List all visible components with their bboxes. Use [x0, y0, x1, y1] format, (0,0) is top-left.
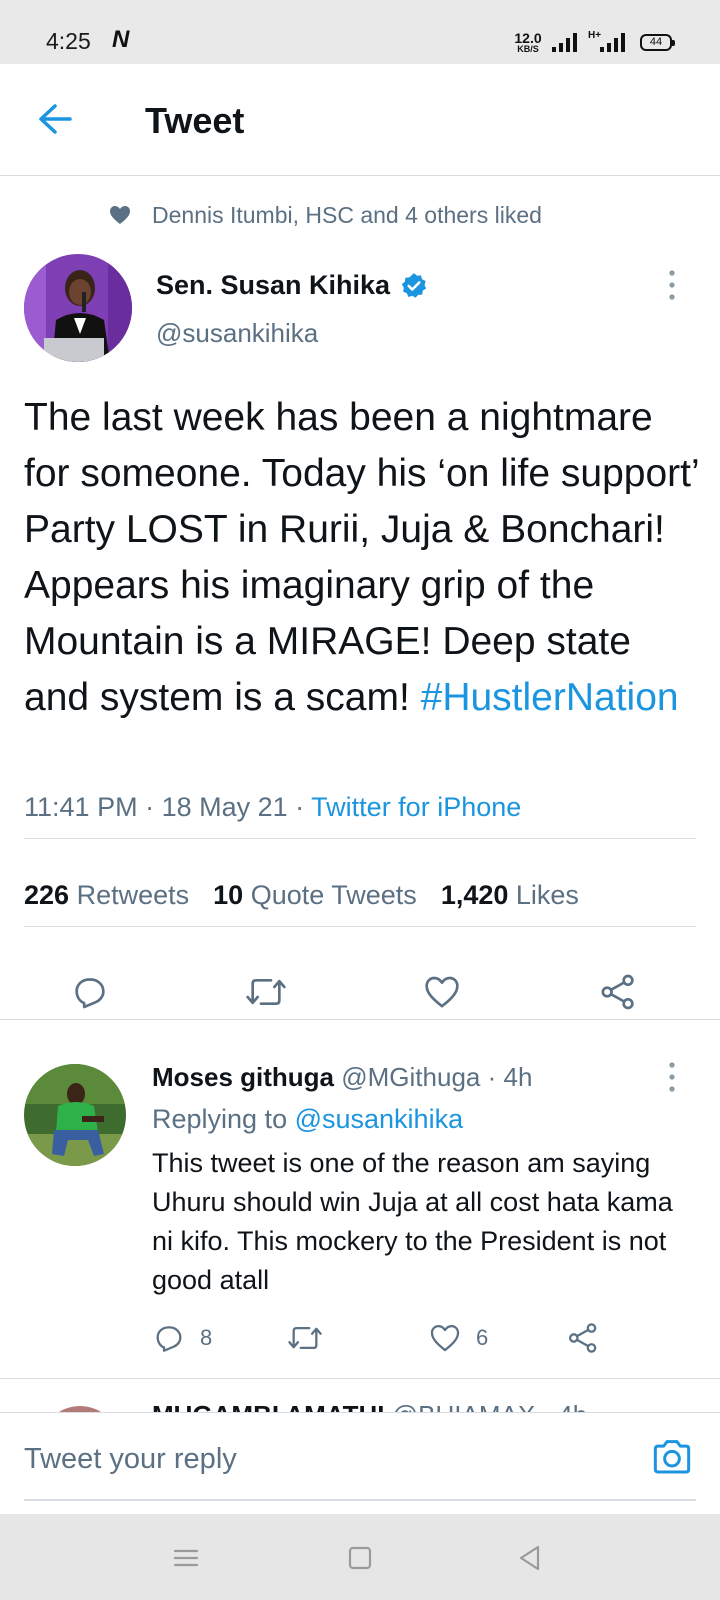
app-header: Tweet — [0, 64, 720, 176]
tweet-body: The last week has been a nightmare for s… — [24, 396, 699, 719]
back-nav-button[interactable] — [512, 1540, 548, 1576]
tweet-date: 18 May 21 — [161, 792, 288, 822]
retweet-icon — [288, 1326, 322, 1350]
divider — [24, 926, 696, 927]
retweet-button[interactable] — [244, 970, 288, 1014]
heart-filled-icon — [110, 206, 130, 224]
quotes-count: 10 — [213, 880, 244, 910]
reply-reply-button[interactable]: 8 — [152, 1318, 212, 1358]
quotes-stat[interactable]: 10 Quote Tweets — [213, 880, 417, 910]
reply-like-button[interactable]: 6 — [428, 1318, 488, 1358]
back-button[interactable] — [30, 94, 80, 144]
heart-icon — [425, 976, 459, 1008]
share-button[interactable] — [596, 970, 640, 1014]
author-avatar-image — [24, 254, 132, 362]
reply-author-handle: @MGithuga — [341, 1062, 481, 1092]
likes-stat[interactable]: 1,420 Likes — [441, 880, 579, 910]
notification-n-icon: N — [112, 26, 130, 53]
meta-separator: · — [137, 792, 162, 822]
author-avatar[interactable] — [24, 254, 132, 362]
reply-retweet-button[interactable] — [286, 1318, 324, 1358]
tweet-time: 11:41 PM — [24, 792, 138, 822]
signal-icon — [552, 33, 577, 52]
share-icon — [568, 1323, 597, 1353]
tweet-text: The last week has been a nightmare for s… — [24, 390, 704, 726]
likes-label: Likes — [515, 880, 579, 910]
camera-icon — [653, 1440, 691, 1474]
status-time: 4:25 — [46, 28, 91, 54]
meta-separator-2: · — [287, 792, 312, 822]
replying-to-prefix: Replying to — [152, 1104, 295, 1134]
menu-nav-button[interactable] — [168, 1540, 204, 1576]
reply-like-count: 6 — [476, 1325, 489, 1350]
page-title: Tweet — [145, 100, 245, 141]
signal-2-icon — [600, 33, 625, 52]
more-options-icon[interactable] — [664, 268, 680, 302]
reply-reply-count: 8 — [200, 1325, 213, 1350]
reply-more-options-icon[interactable] — [664, 1060, 680, 1094]
replying-to-mention[interactable]: @susankihika — [295, 1104, 464, 1134]
network-speed-value: 12.0 — [514, 30, 542, 46]
like-button[interactable] — [420, 970, 464, 1014]
reply-author-avatar[interactable] — [24, 1064, 126, 1166]
verified-badge-icon — [401, 272, 427, 298]
next-reply-peek[interactable]: MUGAMBI AMATHI @BUIAMAX · 4h — [0, 1380, 720, 1412]
next-reply-name: MUGAMBI AMATHI — [152, 1400, 385, 1412]
social-context-text: Dennis Itumbi, HSC and 4 others liked — [152, 201, 542, 228]
retweet-icon — [246, 979, 286, 1005]
tweet-source-link[interactable]: Twitter for iPhone — [311, 792, 521, 822]
reply-header[interactable]: Moses githuga @MGithuga · 4h — [152, 1062, 532, 1093]
author-name: Sen. Susan Kihika — [156, 270, 391, 300]
back-triangle-icon — [519, 1545, 540, 1571]
divider — [24, 838, 696, 839]
arrow-left-icon — [39, 104, 72, 134]
system-nav-bar — [0, 1514, 720, 1600]
reply-input[interactable] — [24, 1443, 584, 1476]
retweets-stat[interactable]: 226 Retweets — [24, 880, 189, 910]
reply-action-bar: 8 6 — [152, 1318, 692, 1358]
reply-icon — [156, 1326, 182, 1352]
network-speed-unit: KB/S — [517, 44, 539, 54]
next-reply-meta: @BUIAMAX · 4h — [392, 1400, 587, 1412]
section-divider — [0, 1019, 720, 1020]
camera-button[interactable] — [648, 1433, 696, 1481]
home-square-icon — [348, 1546, 372, 1570]
likes-count: 1,420 — [440, 880, 509, 910]
reply-compose-bar — [0, 1412, 720, 1514]
reply-text: This tweet is one of the reason am sayin… — [152, 1148, 673, 1295]
reply-icon — [75, 978, 105, 1009]
network-speed: 12.0 KB/S — [512, 31, 544, 54]
reply-author-name: Moses githuga — [152, 1062, 335, 1092]
hashtag-link[interactable]: #HustlerNation — [421, 676, 679, 719]
quotes-label: Quote Tweets — [250, 880, 417, 910]
heart-icon — [430, 1324, 460, 1352]
reply-button[interactable] — [68, 970, 112, 1014]
author-handle[interactable]: @susankihika — [156, 318, 318, 349]
menu-icon — [173, 1549, 199, 1567]
section-divider — [0, 1378, 720, 1379]
compose-underline — [24, 1499, 696, 1501]
share-icon — [601, 974, 634, 1010]
reply-age: 4h — [503, 1062, 533, 1092]
tweet-action-bar — [0, 970, 720, 1020]
tweet-stats: 226 Retweets 10 Quote Tweets 1,420 Likes — [24, 880, 579, 911]
battery-icon: 44 — [640, 34, 675, 51]
social-context[interactable]: Dennis Itumbi, HSC and 4 others liked — [108, 200, 542, 230]
replying-to: Replying to @susankihika — [152, 1104, 463, 1135]
next-reply-header: MUGAMBI AMATHI @BUIAMAX · 4h — [152, 1400, 587, 1412]
home-nav-button[interactable] — [342, 1540, 378, 1576]
reply-avatar-image — [24, 1064, 126, 1166]
tweet-meta: 11:41 PM · 18 May 21 · Twitter for iPhon… — [24, 792, 521, 823]
retweets-label: Retweets — [76, 880, 190, 910]
author-name-row[interactable]: Sen. Susan Kihika — [156, 270, 428, 301]
status-bar: 4:25 N 12.0 KB/S H+ 44 — [0, 0, 720, 64]
reply-share-button[interactable] — [566, 1318, 600, 1358]
retweets-count: 226 — [24, 880, 70, 910]
